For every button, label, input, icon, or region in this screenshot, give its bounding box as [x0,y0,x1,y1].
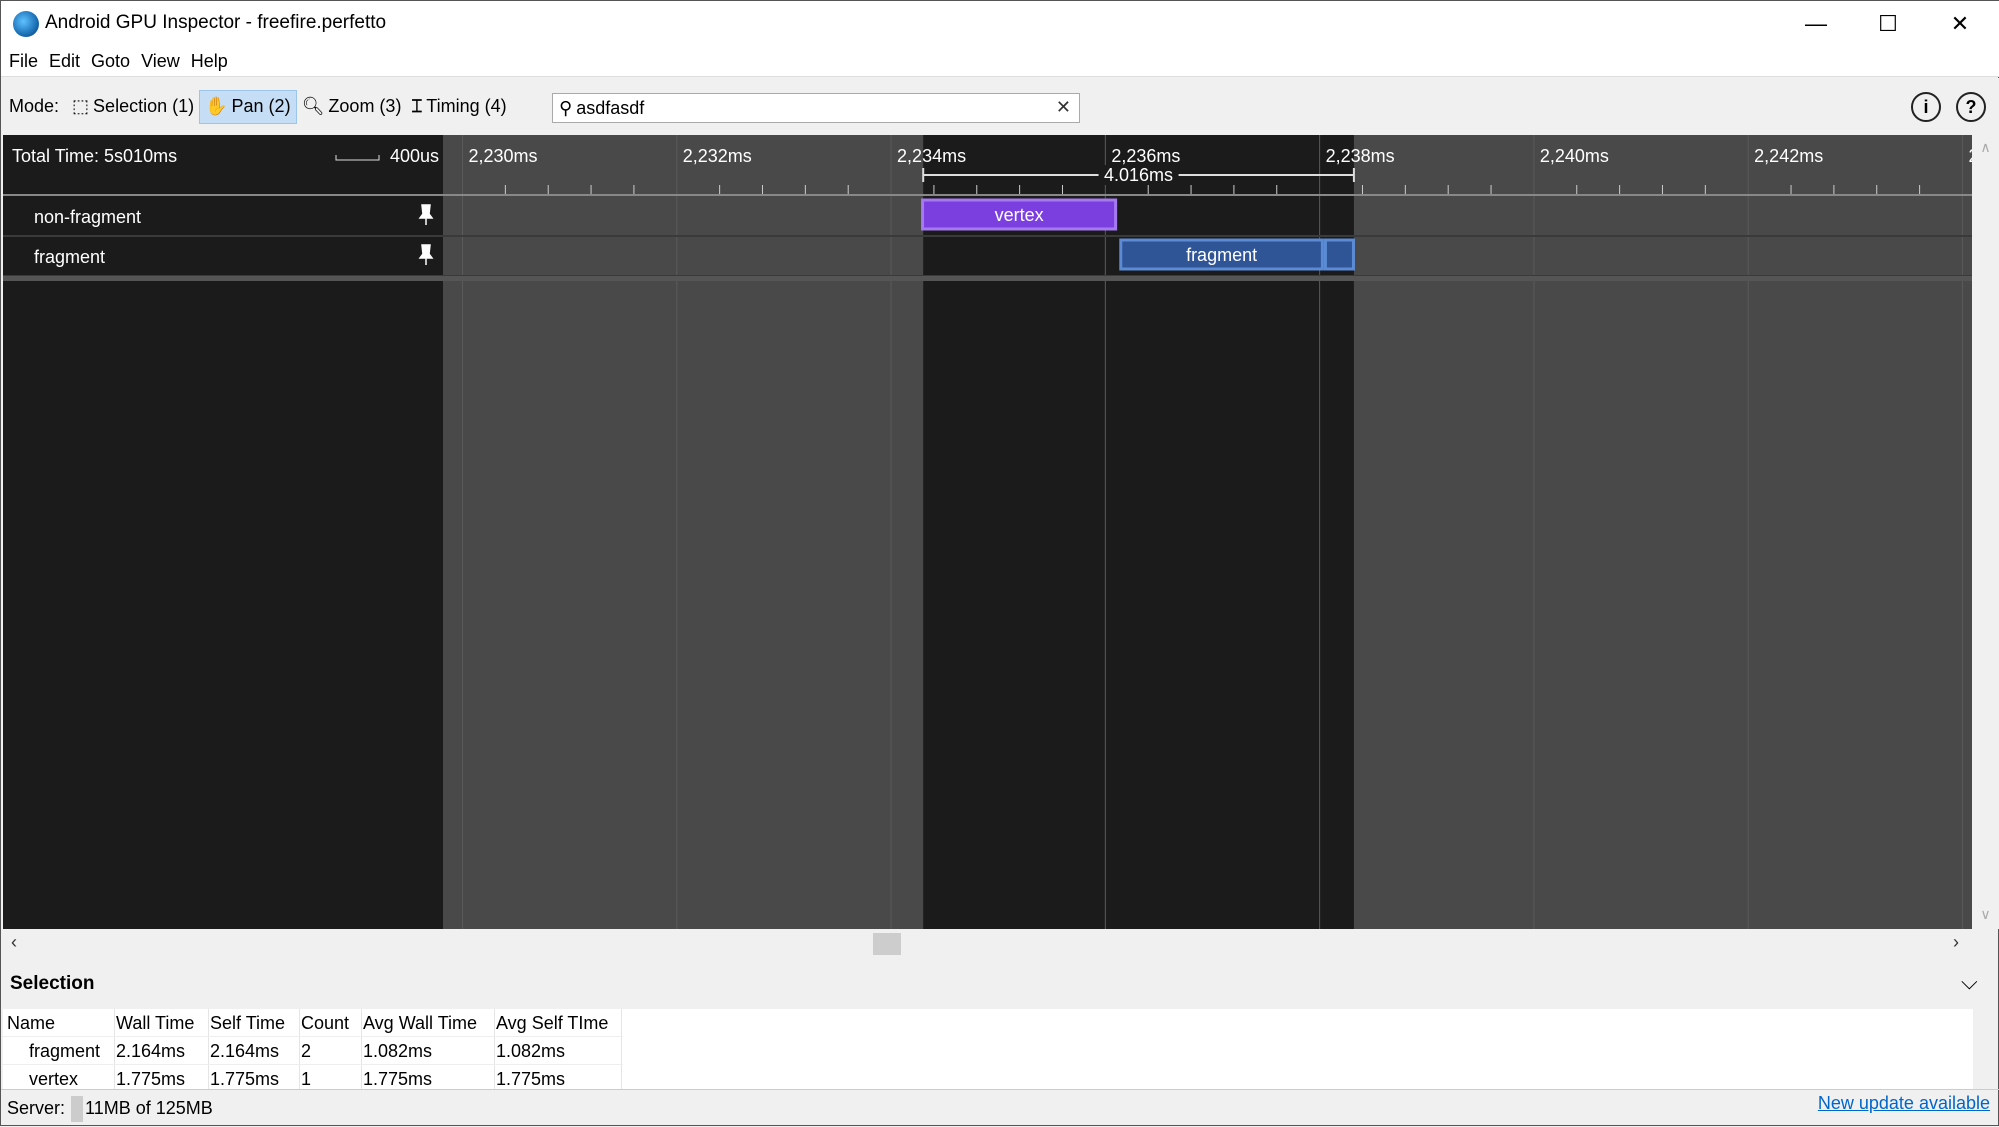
menu-goto[interactable]: Goto [91,51,130,72]
table-cell: 1.082ms [363,1041,433,1061]
scale-bar-icon [335,155,380,161]
mode-selection-button[interactable]: ⬚ Selection (1) [67,90,199,124]
tick-label: 2,230ms [469,146,538,166]
slice-label: vertex [995,205,1044,225]
update-link[interactable]: New update available [1818,1093,1990,1114]
table-cell: 2.164ms [116,1041,186,1061]
memory-bar [71,1095,84,1122]
scroll-right-icon[interactable]: › [1953,932,1959,953]
status-bar: Server: 11MB of 125MB [1,1089,1999,1127]
table-cell: 1.775ms [116,1069,186,1089]
info-button[interactable]: i [1911,92,1941,122]
mode-label: Mode: [9,96,60,116]
close-button[interactable]: ✕ [1925,1,1995,47]
help-button[interactable]: ? [1956,92,1986,122]
tick-label: 2,240ms [1540,146,1609,166]
hand-icon: ✋ [205,96,228,116]
table-header: Name Wall Time Self Time Count Avg Wall Time… [3,1009,623,1037]
mode-pan-label: Pan (2) [231,96,291,116]
search-input[interactable]: ⚲ asdfasdf ✕ [552,93,1080,123]
tracks-bottom-separator [3,276,1972,281]
title-bar: Android GPU Inspector - freefire.perfett… [1,1,1999,47]
menu-bar: File Edit Goto View Help [1,47,1999,77]
menu-edit[interactable]: Edit [49,51,80,72]
table-row[interactable]: vertex 1.775ms 1.775ms 1 1.775ms 1.775ms [3,1065,623,1089]
timing-icon: ⌶ [411,96,423,116]
slice-fragment[interactable] [1323,238,1355,271]
track-label-fragment: fragment [34,247,105,267]
scroll-thumb[interactable] [873,933,901,955]
clear-search-button[interactable]: ✕ [1056,97,1071,118]
mode-selection-label: Selection (1) [93,96,195,116]
table-cell: 2 [301,1041,312,1061]
maximize-button[interactable]: ☐ [1853,1,1923,47]
app-logo-icon [13,11,39,37]
table-cell: 1.775ms [210,1069,280,1089]
table-cell: fragment [29,1041,101,1061]
column-header: Wall Time [116,1013,195,1033]
track-label-panel [3,196,443,929]
horizontal-scrollbar[interactable]: ‹ › [3,929,1998,957]
timeline-view[interactable]: 2,230ms 2,232ms 2,234ms 2,236ms 2,238ms 2,240… [3,135,1999,929]
menu-help[interactable]: Help [191,51,228,72]
menu-view[interactable]: View [141,51,180,72]
server-memory: 11MB of 125MB [85,1098,213,1118]
selection-table: Name Wall Time Self Time Count Avg Wall Time… [3,1009,1973,1089]
mode-timing-button[interactable]: ⌶ Timing (4) [406,90,511,124]
mode-pan-button[interactable]: ✋ Pan (2) [199,89,297,124]
table-cell: vertex [29,1069,79,1089]
collapse-chevron-icon[interactable]: ⌵ [1961,969,1978,995]
table-cell: 1.775ms [496,1069,566,1089]
column-header: Avg Wall Time [363,1013,478,1033]
selection-duration: 4.016ms [1104,165,1173,185]
scroll-left-icon[interactable]: ‹ [11,932,17,953]
selection-title: Selection [10,973,95,994]
minimize-button[interactable]: — [1781,1,1851,47]
table-cell: 1 [301,1069,312,1089]
tick-label: 2,238ms [1326,146,1395,166]
search-icon: ⚲ [559,97,573,118]
window-title: Android GPU Inspector - freefire.perfett… [45,12,387,33]
track-label-non-fragment: non-fragment [34,207,141,227]
table-cell: 2.164ms [210,1041,280,1061]
selection-panel: Selection ⌵ Name Wall Time Self Time Count A… [1,961,1999,1089]
column-header: Avg Self TIme [496,1013,609,1033]
table-cell: 1.775ms [363,1069,433,1089]
mode-timing-label: Timing (4) [426,96,507,116]
column-header: Self Time [210,1013,286,1033]
timeline-canvas[interactable]: 2,230ms 2,232ms 2,234ms 2,236ms 2,238ms 2,240… [3,135,1999,929]
tick-label: 2,242ms [1754,146,1823,166]
vertical-scrollbar[interactable]: ∧ ∨ [1972,135,1999,929]
table-cell: 1.082ms [496,1041,566,1061]
scale-label: 400us [390,146,439,166]
zoom-icon: 🔍︎ [301,96,325,116]
server-label: Server: [7,1098,66,1118]
menu-file[interactable]: File [9,51,38,72]
tick-label: 2,232ms [683,146,752,166]
total-time: Total Time: 5s010ms [12,146,177,166]
column-header: Name [7,1013,56,1033]
table-row[interactable]: fragment 2.164ms 2.164ms 2 1.082ms 1.082ms [3,1037,623,1065]
column-header: Count [301,1013,350,1033]
mode-zoom-button[interactable]: 🔍︎ Zoom (3) [297,90,407,124]
tick-label: 2,236ms [1111,146,1180,166]
mode-zoom-label: Zoom (3) [328,96,402,116]
search-value: asdfasdf [576,97,645,118]
selection-icon: ⬚ [72,96,90,116]
slice-label: fragment [1186,245,1257,265]
tick-label: 2,234ms [897,146,966,166]
